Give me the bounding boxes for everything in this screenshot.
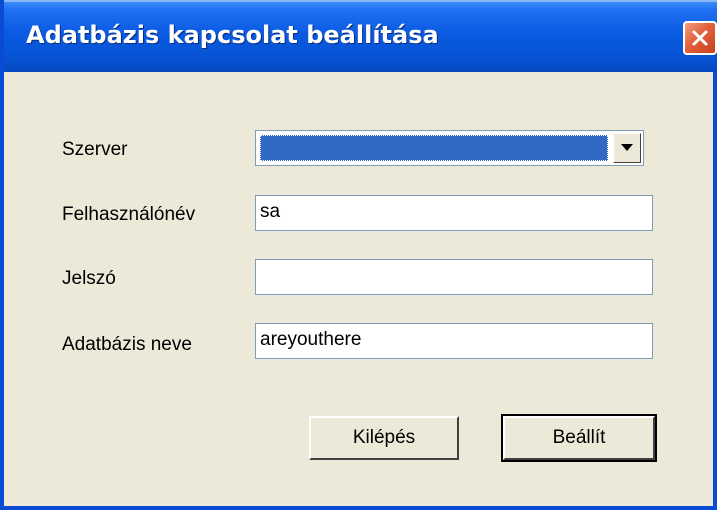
close-button[interactable] — [683, 21, 717, 55]
username-label: Felhasználónév — [62, 204, 196, 225]
server-label: Szerver — [62, 139, 128, 160]
set-button-label: Beállít — [552, 427, 606, 448]
server-select-value — [260, 135, 608, 161]
dialog-window: Adatbázis kapcsolat beállítása Szerver F… — [0, 0, 717, 510]
window-title: Adatbázis kapcsolat beállítása — [26, 21, 439, 49]
database-label: Adatbázis neve — [62, 334, 192, 355]
exit-button[interactable]: Kilépés — [309, 416, 459, 460]
title-bar[interactable]: Adatbázis kapcsolat beállítása — [4, 0, 717, 72]
exit-button-label: Kilépés — [352, 427, 416, 448]
server-dropdown-button[interactable] — [613, 133, 641, 163]
server-select[interactable] — [255, 130, 644, 166]
username-field[interactable]: sa — [255, 195, 653, 231]
database-name-field[interactable]: areyouthere — [255, 323, 653, 359]
set-button[interactable]: Beállít — [501, 414, 657, 462]
password-label: Jelszó — [62, 268, 116, 289]
password-field[interactable] — [255, 259, 653, 295]
